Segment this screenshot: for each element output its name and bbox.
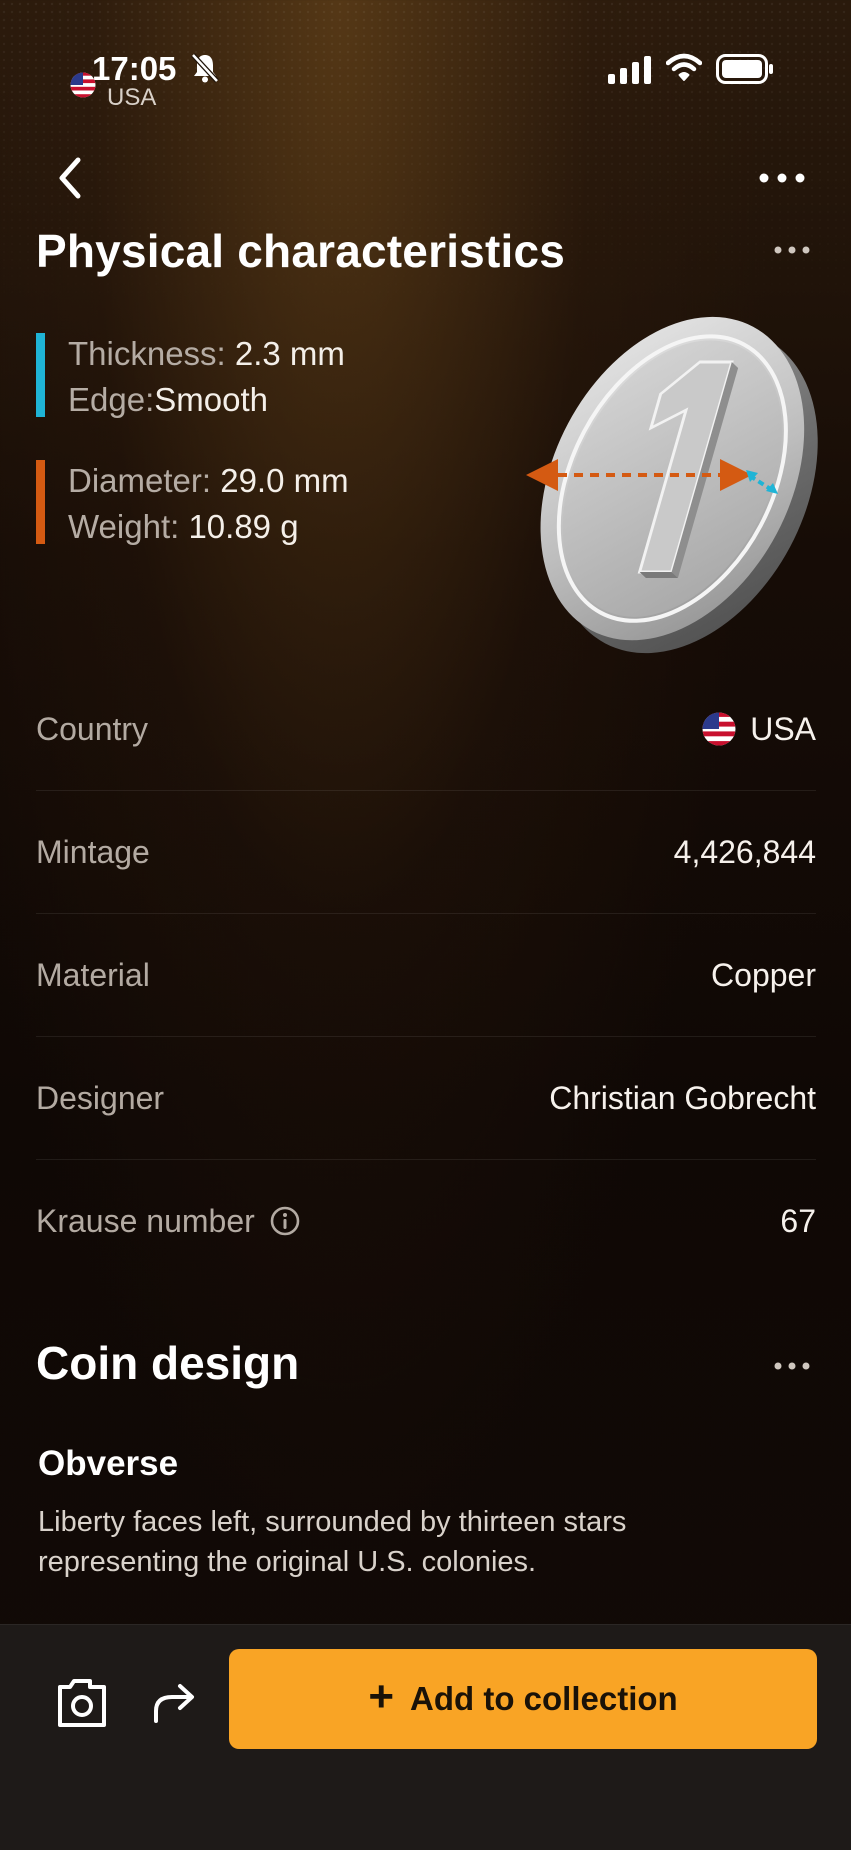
status-country: USA bbox=[107, 84, 157, 111]
bottom-action-bar: + Add to collection bbox=[0, 1624, 851, 1850]
add-to-collection-button[interactable]: + Add to collection bbox=[229, 1649, 817, 1749]
share-arrow-icon[interactable] bbox=[148, 1677, 200, 1729]
spec-weight: Weight: 10.89 g bbox=[68, 508, 299, 545]
more-options-button[interactable] bbox=[754, 160, 810, 196]
thickness-accent-bar bbox=[36, 333, 45, 417]
more-icon[interactable] bbox=[770, 236, 814, 264]
country-value: USA bbox=[750, 710, 816, 747]
obverse-title: Obverse bbox=[38, 1444, 179, 1483]
spec-edge: Edge:Smooth bbox=[68, 381, 268, 418]
section-title-design: Coin design bbox=[36, 1337, 300, 1389]
spec-thickness: Thickness: 2.3 mm bbox=[68, 335, 345, 372]
spec-diameter: Diameter: 29.0 mm bbox=[68, 462, 349, 499]
details-list: Country USA Mintage 4,426,844 Material C… bbox=[36, 668, 816, 1282]
add-to-collection-label: Add to collection bbox=[410, 1680, 678, 1717]
krause-label: Krause number bbox=[36, 1202, 255, 1239]
section-title-physical: Physical characteristics bbox=[36, 225, 566, 277]
plus-icon: + bbox=[368, 1672, 395, 1721]
cellular-signal-icon bbox=[608, 56, 651, 84]
back-button[interactable] bbox=[48, 152, 92, 204]
more-icon[interactable] bbox=[770, 1352, 814, 1380]
status-time: 17:05 bbox=[92, 50, 177, 87]
us-flag-icon bbox=[702, 712, 736, 746]
detail-row-material: Material Copper bbox=[36, 914, 816, 1037]
bell-muted-icon bbox=[191, 53, 219, 83]
detail-row-mintage: Mintage 4,426,844 bbox=[36, 791, 816, 914]
detail-row-country: Country USA bbox=[36, 668, 816, 791]
us-flag-icon bbox=[70, 72, 96, 98]
detail-row-krause: Krause number 67 bbox=[36, 1202, 816, 1239]
wifi-icon bbox=[666, 53, 702, 81]
chevron-left-icon bbox=[59, 157, 81, 199]
status-bar: 17:05 USA bbox=[0, 0, 851, 120]
obverse-description: Liberty faces left, surrounded by thirte… bbox=[38, 1506, 627, 1578]
coin-illustration bbox=[526, 316, 818, 654]
battery-icon bbox=[716, 54, 773, 84]
detail-row-designer: Designer Christian Gobrecht bbox=[36, 1037, 816, 1160]
camera-icon[interactable] bbox=[54, 1675, 110, 1731]
diameter-accent-bar bbox=[36, 460, 45, 544]
info-icon[interactable] bbox=[269, 1205, 301, 1237]
